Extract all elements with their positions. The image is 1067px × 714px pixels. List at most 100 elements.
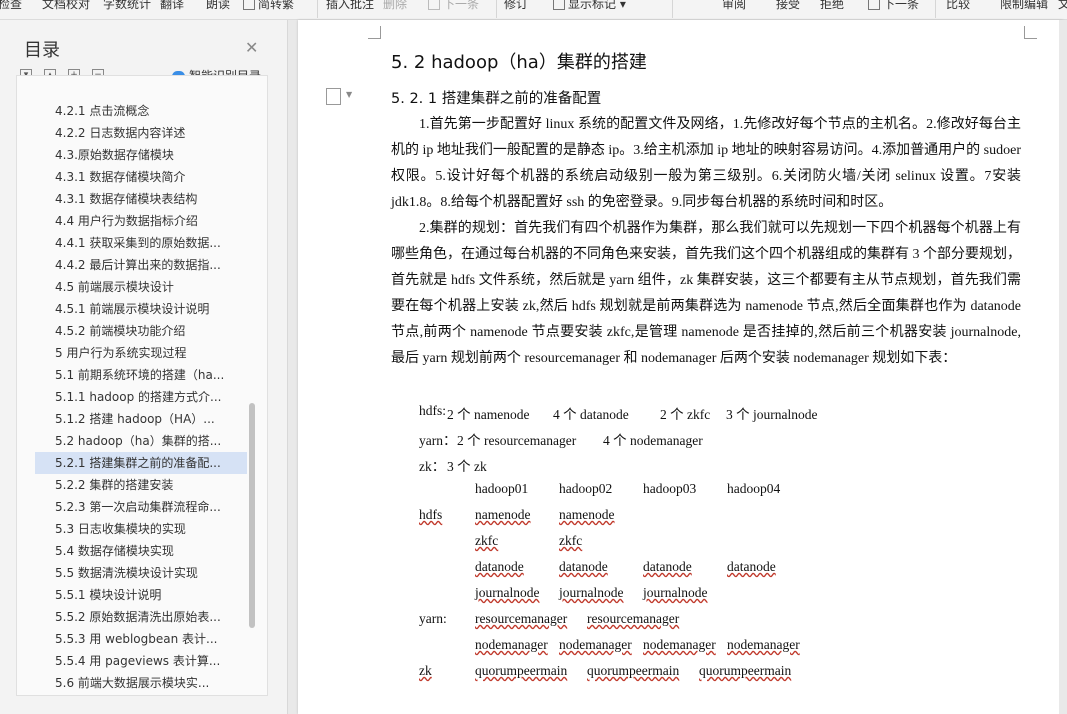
page-corner-mark: [1024, 26, 1037, 39]
doc-button[interactable]: 文: [1058, 0, 1067, 12]
toc-item[interactable]: 5.5.1 模块设计说明: [55, 584, 255, 606]
toc-item[interactable]: 5.3 日志收集模块的实现: [55, 518, 255, 540]
next-icon: [428, 0, 440, 10]
toc-scrollbar[interactable]: [249, 403, 255, 628]
next-comment-button[interactable]: 下一条: [428, 0, 479, 12]
toc-item[interactable]: 5.1.1 hadoop 的搭建方式介...: [55, 386, 255, 408]
paragraph-icon[interactable]: [326, 88, 341, 105]
paragraph: 1.首先第一步配置好 linux 系统的配置文件及网络，1.先修改好每个节点的主…: [391, 112, 1021, 216]
word-count-button[interactable]: 字数统计: [103, 0, 151, 12]
role-cell: namenode: [475, 507, 531, 522]
toc-item[interactable]: 5.2 hadoop（ha）集群的搭...: [55, 430, 255, 452]
accept-button[interactable]: 接受: [776, 0, 800, 12]
toc-item[interactable]: 4.2.2 日志数据内容详述: [55, 122, 255, 144]
paragraph: 2.集群的规划：首先我们有四个机器作为集群，那么我们就可以先规划一下四个机器每个…: [391, 216, 1021, 372]
review-button[interactable]: 审阅: [722, 0, 746, 12]
proofread-button[interactable]: 文档校对: [42, 0, 90, 12]
toc-item[interactable]: 4.5.1 前端展示模块设计说明: [55, 298, 255, 320]
toc-item[interactable]: 4.4.2 最后计算出来的数据指...: [55, 254, 255, 276]
role-cell: quorumpeermain: [699, 663, 792, 678]
toc-item[interactable]: 5.2.3 第一次启动集群流程命...: [55, 496, 255, 518]
hdfs-journalnode-count: 3 个 journalnode: [726, 407, 818, 422]
ribbon-toolbar: 检查 文档校对 字数统计 翻译 朗读 简转繁 插入批注 删除 下一条 修订 显示…: [0, 0, 1067, 20]
toolbar-divider: [935, 0, 936, 18]
table-zk-label: zk: [419, 663, 432, 678]
toc-item[interactable]: 5.6.1 前端模块功能以及实现...: [55, 694, 255, 695]
role-cell: quorumpeermain: [587, 663, 680, 678]
toc-item[interactable]: 5.1.2 搭建 hadoop（HA）...: [55, 408, 255, 430]
hdfs-label: hdfs:: [419, 403, 446, 418]
role-cell: journalnode: [559, 585, 624, 600]
host-header: hadoop01: [475, 481, 529, 496]
role-cell: datanode: [475, 559, 524, 574]
zk-label: zk：: [419, 459, 446, 474]
toc-item[interactable]: 4.4.1 获取采集到的原始数据...: [55, 232, 255, 254]
role-cell: nodemanager: [475, 637, 548, 652]
toc-list: 4.2.1 点击流概念 4.2.2 日志数据内容详述 4.3.原始数据存储模块 4.3…: [16, 75, 268, 696]
table-hdfs-label: hdfs: [419, 507, 443, 522]
paragraph-text: 1.首先第一步配置好 linux 系统的配置文件及网络，1.先修改好每个节点的主…: [391, 117, 1021, 210]
role-cell: nodemanager: [643, 637, 716, 652]
role-cell: resourcemanager: [475, 611, 568, 626]
reject-button[interactable]: 拒绝: [820, 0, 844, 12]
markup-icon: [553, 0, 565, 10]
role-cell: quorumpeermain: [475, 663, 568, 678]
toc-item[interactable]: 4.4 用户行为数据指标介绍: [55, 210, 255, 232]
translate-button[interactable]: 翻译: [160, 0, 184, 12]
zk-count: 3 个 zk: [447, 459, 487, 474]
role-cell: zkfc: [475, 533, 499, 548]
toc-item[interactable]: 5.1 前期系统环境的搭建（ha...: [55, 364, 255, 386]
track-changes-button[interactable]: 修订: [504, 0, 528, 12]
toc-item[interactable]: 5.5.3 用 weblogbean 表计...: [55, 628, 255, 650]
toc-item[interactable]: 4.3.1 数据存储模块简介: [55, 166, 255, 188]
host-header: hadoop04: [727, 481, 781, 496]
host-header: hadoop02: [559, 481, 613, 496]
role-cell: datanode: [559, 559, 608, 574]
next-change-button[interactable]: 下一条: [868, 0, 919, 12]
toc-title: 目录: [24, 40, 60, 61]
toolbar-divider: [317, 0, 318, 18]
toc-item[interactable]: 5.5 数据清洗模块设计实现: [55, 562, 255, 584]
simplified-to-traditional-button[interactable]: 简转繁: [243, 0, 294, 12]
next-icon: [868, 0, 880, 10]
delete-comment-button[interactable]: 删除: [383, 0, 407, 12]
toc-item[interactable]: 5.2.2 集群的搭建安装: [55, 474, 255, 496]
yarn-rm-count: 2 个 resourcemanager: [457, 433, 577, 448]
toc-item[interactable]: 4.5.2 前端模块功能介绍: [55, 320, 255, 342]
toc-item[interactable]: 5.5.4 用 pageviews 表计算...: [55, 650, 255, 672]
toc-item[interactable]: 5 用户行为系统实现过程: [55, 342, 255, 364]
restrict-editing-button[interactable]: 限制编辑: [1000, 0, 1048, 12]
check-button[interactable]: 检查: [0, 0, 22, 12]
toc-item[interactable]: 4.2.1 点击流概念: [55, 100, 255, 122]
toc-item[interactable]: 5.5.2 原始数据清洗出原始表...: [55, 606, 255, 628]
close-icon[interactable]: ✕: [245, 38, 258, 57]
toc-item[interactable]: 4.3.1 数据存储模块表结构: [55, 188, 255, 210]
role-cell: datanode: [727, 559, 776, 574]
role-cell: nodemanager: [727, 637, 800, 652]
role-cell: journalnode: [643, 585, 708, 600]
toc-item[interactable]: 5.4 数据存储模块实现: [55, 540, 255, 562]
insert-comment-button[interactable]: 插入批注: [326, 0, 374, 12]
toc-item[interactable]: 5.2.1 搭建集群之前的准备配...: [35, 452, 247, 474]
role-cell: nodemanager: [559, 637, 632, 652]
toolbar-divider: [496, 0, 497, 18]
table-yarn-label: yarn:: [419, 611, 447, 626]
role-cell: zkfc: [559, 533, 583, 548]
show-markup-dropdown[interactable]: 显示标记 ▾: [553, 0, 626, 12]
chevron-down-icon[interactable]: ▼: [346, 90, 352, 99]
toolbar-divider: [672, 0, 673, 18]
paragraph-text: 2.集群的规划：首先我们有四个机器作为集群，那么我们就可以先规划一下四个机器每个…: [391, 221, 1021, 366]
toc-item[interactable]: 4.5 前端展示模块设计: [55, 276, 255, 298]
yarn-label: yarn：: [419, 433, 457, 448]
role-cell: journalnode: [475, 585, 540, 600]
toc-item[interactable]: 5.6 前端大数据展示模块实...: [55, 672, 255, 694]
hdfs-datanode-count: 4 个 datanode: [553, 407, 629, 422]
compare-button[interactable]: 比较: [946, 0, 970, 12]
section-heading: 5. 2 hadoop（ha）集群的搭建: [391, 52, 647, 73]
convert-icon: [243, 0, 255, 10]
page-gutter: [1059, 20, 1067, 714]
read-aloud-button[interactable]: 朗读: [206, 0, 230, 12]
toc-item[interactable]: 4.3.原始数据存储模块: [55, 144, 255, 166]
host-header: hadoop03: [643, 481, 697, 496]
yarn-nm-count: 4 个 nodemanager: [603, 433, 703, 448]
